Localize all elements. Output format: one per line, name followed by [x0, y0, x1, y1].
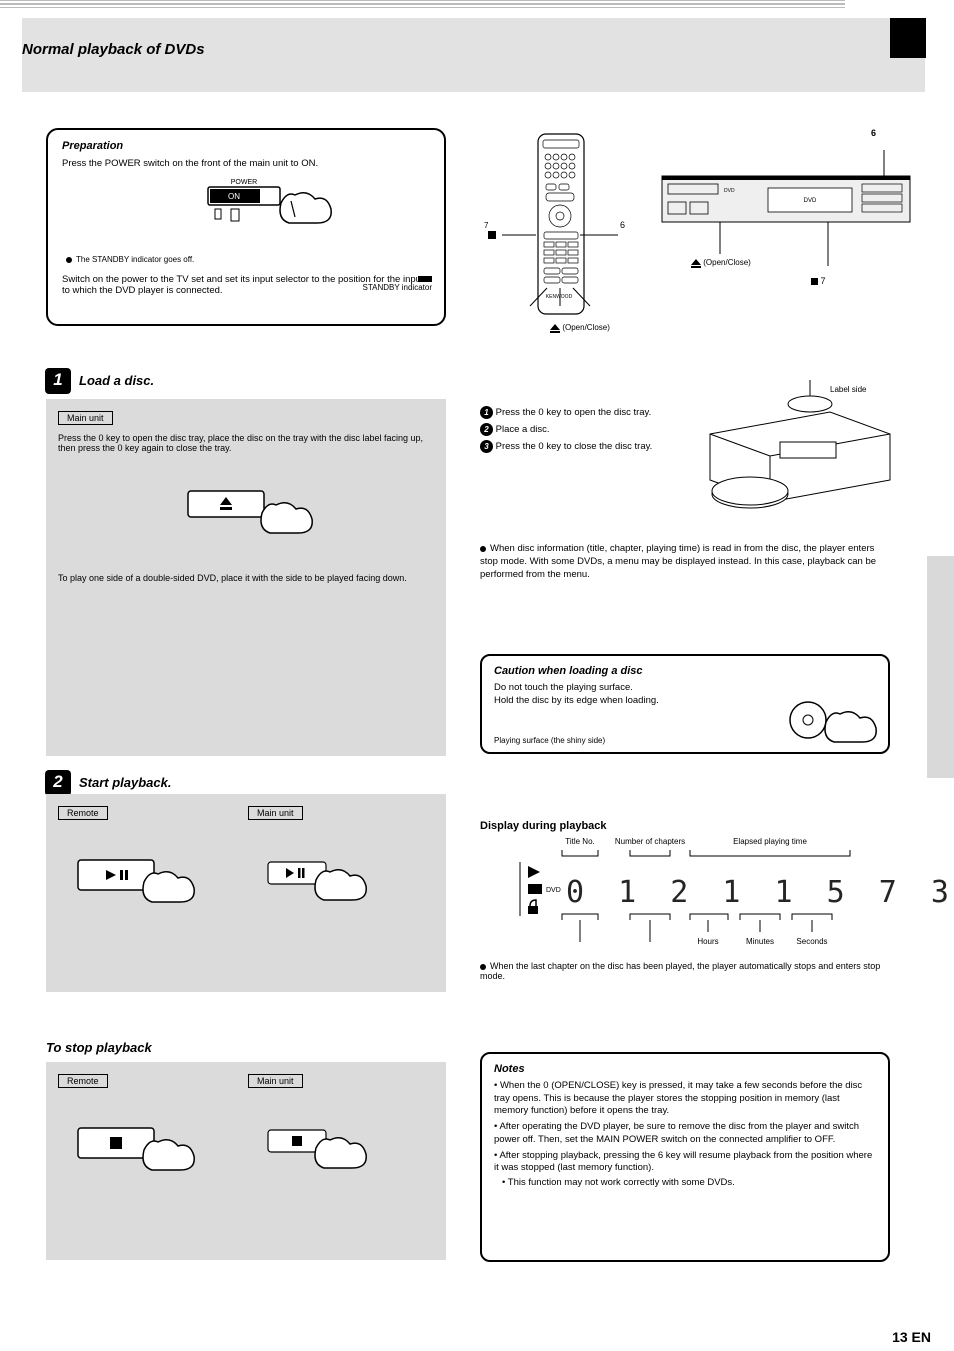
standby-note: The STANDBY indicator goes off.	[76, 255, 194, 264]
step2-panel: Remote Main unit	[46, 794, 446, 992]
step1-sub1: Press the 0 key to open the disc tray.	[496, 407, 652, 418]
notes-line2: After operating the DVD player, be sure …	[494, 1121, 859, 1144]
svg-text:Title No.: Title No.	[565, 837, 595, 846]
eject-icon	[691, 259, 701, 265]
page-title: Normal playback of DVDs	[22, 41, 205, 58]
step1-sub3: Press the 0 key to close the disc tray.	[496, 441, 653, 452]
play-icon	[528, 866, 540, 878]
caution-playing-surface-label: Playing surface (the shiny side)	[494, 736, 605, 746]
display-box: Display during playback Title No. Number…	[480, 820, 890, 960]
notes-title: Notes	[494, 1062, 876, 1076]
side-tab	[927, 556, 954, 778]
remote-eject-label: (Open/Close)	[562, 323, 610, 332]
display-title: Display during playback	[480, 820, 890, 832]
disc-hand-illustration	[782, 698, 882, 748]
step1-note1: Press the 0 key to open the disc tray, p…	[58, 433, 434, 453]
divider-2	[0, 4, 845, 8]
preparation-title: Preparation	[62, 140, 430, 152]
page-number: 13 EN	[892, 1329, 931, 1345]
header-black-tab	[890, 18, 926, 58]
remote-illustration: KENWOOD 7 6 (Open/Close)	[480, 128, 680, 326]
label-side: Label side	[830, 385, 867, 394]
svg-text:Hours: Hours	[697, 937, 718, 946]
num-1-badge: 1	[480, 406, 493, 419]
svg-text:Seconds: Seconds	[796, 937, 827, 946]
page-root: Normal playback of DVDs 13 EN Preparatio…	[0, 0, 954, 1351]
hand-icon	[315, 1138, 366, 1168]
step1-sub2: Place a disc.	[496, 424, 550, 435]
stop-icon	[110, 1137, 122, 1149]
svg-text:6: 6	[620, 220, 625, 230]
notes-line1: When the 0 (OPEN/CLOSE) key is pressed, …	[494, 1080, 862, 1116]
player-illustration: 6 DVD DVD (Open/Close) 7	[656, 128, 916, 326]
power-on-label: ON	[228, 192, 240, 201]
svg-text:KENWOOD: KENWOOD	[546, 294, 573, 300]
step-1-badge: 1	[45, 368, 71, 394]
svg-text:DVD: DVD	[804, 198, 817, 204]
disc-type-icon	[528, 884, 542, 894]
caution-box: Caution when loading a disc Do not touch…	[480, 654, 890, 754]
hand-icon	[143, 872, 194, 902]
step-2-title: Start playback.	[79, 775, 172, 790]
svg-text:Minutes: Minutes	[746, 937, 774, 946]
power-switch-illustration: ON POWER	[136, 175, 356, 255]
hand-icon	[315, 870, 366, 900]
stop-panel: Remote Main unit	[46, 1062, 446, 1260]
eject-icon	[550, 324, 560, 330]
preparation-line1: Press the POWER switch on the front of t…	[62, 158, 430, 169]
remote-label: Remote	[58, 1074, 108, 1088]
player-play-label: 6	[871, 128, 876, 138]
svg-text:0 1 2 1 1 5 7 3 6: 0 1 2 1 1 5 7 3 6	[566, 875, 954, 910]
svg-text:Elapsed playing time: Elapsed playing time	[733, 837, 807, 846]
power-label: POWER	[231, 179, 257, 186]
caution-line1: Do not touch the playing surface.	[494, 682, 876, 694]
player-tray-illustration: Label side	[680, 394, 910, 524]
player-eject-label: (Open/Close)	[703, 258, 751, 267]
player-stop-label: 7	[821, 276, 826, 286]
standby-indicator-label: STANDBY indicator	[362, 283, 432, 292]
step-1-title: Load a disc.	[79, 373, 154, 388]
mainunit-label: Main unit	[248, 1074, 303, 1088]
stop-title: To stop playback	[46, 1040, 152, 1055]
caution-title: Caution when loading a disc	[494, 664, 876, 678]
svg-text:DVD: DVD	[724, 188, 735, 194]
step1-note2: To play one side of a double-sided DVD, …	[58, 573, 434, 583]
lock-icon	[528, 900, 538, 914]
svg-text:7: 7	[484, 221, 489, 230]
num-2-badge: 2	[480, 423, 493, 436]
notes-last: After stopping playback, pressing the 6 …	[494, 1150, 872, 1173]
mainunit-label: Main unit	[248, 806, 303, 820]
num-3-badge: 3	[480, 440, 493, 453]
hand-icon	[143, 1140, 194, 1170]
display-bullet: When the last chapter on the disc has be…	[480, 961, 880, 981]
hand-icon	[280, 193, 331, 223]
notes-tv: This function may not work correctly wit…	[508, 1177, 735, 1188]
mainunit-label: Main unit	[58, 411, 113, 425]
svg-text:DVD: DVD	[546, 887, 561, 894]
hand-icon	[261, 503, 312, 533]
svg-text:Number of chapters: Number of chapters	[615, 837, 685, 846]
step-2-badge: 2	[45, 770, 71, 796]
step1-panel: Main unit Press the 0 key to open the di…	[46, 399, 446, 756]
remote-label: Remote	[58, 806, 108, 820]
stop-icon	[292, 1136, 302, 1146]
notes-box: Notes • When the 0 (OPEN/CLOSE) key is p…	[480, 1052, 890, 1262]
preparation-box: Preparation Press the POWER switch on th…	[46, 128, 446, 326]
stop-icon	[811, 278, 818, 285]
step1-bullet1: When disc information (title, chapter, p…	[480, 543, 876, 580]
